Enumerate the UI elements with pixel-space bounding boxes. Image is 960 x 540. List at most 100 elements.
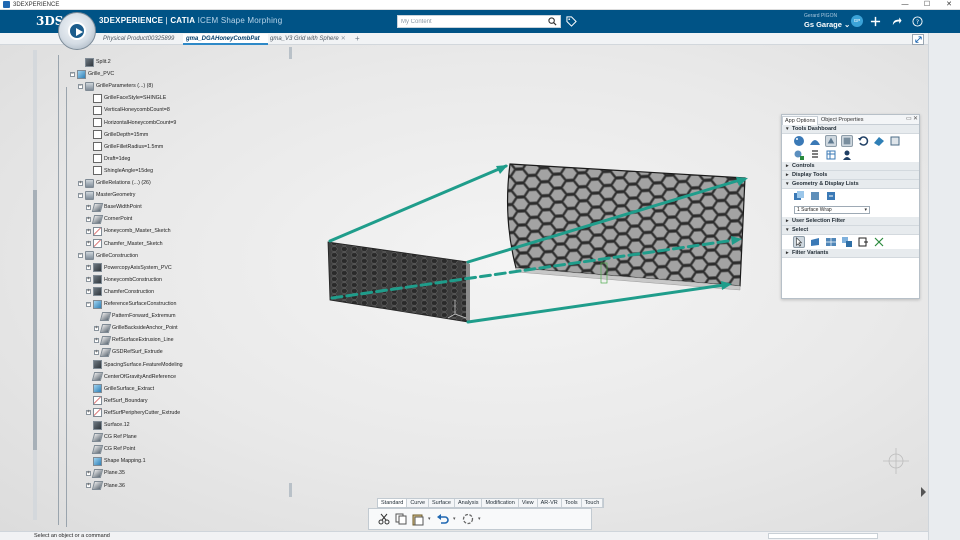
expand-icon[interactable]: + xyxy=(86,241,91,246)
tab-analysis[interactable]: Analysis xyxy=(455,499,483,507)
collapse-icon[interactable]: − xyxy=(70,71,75,77)
target-grille[interactable] xyxy=(506,163,746,291)
tab-grid-with-sphere[interactable]: gma_V3 Grid with Sphere ✕ xyxy=(267,34,349,45)
tree-node[interactable]: + BaseWidthPoint xyxy=(86,202,142,212)
tree-node[interactable]: + GrilleRelations (...) (26) xyxy=(78,178,151,188)
list-icon[interactable] xyxy=(809,149,821,161)
panel-pin-icon[interactable]: ▭ xyxy=(906,115,912,124)
expand-icon[interactable]: + xyxy=(86,410,91,416)
palette-icon[interactable] xyxy=(793,135,805,147)
section-geometry-lists[interactable]: ▾ Geometry & Display Lists xyxy=(782,180,919,189)
map-icon[interactable] xyxy=(841,135,853,147)
tab-standard[interactable]: Standard xyxy=(378,499,408,507)
expand-icon[interactable]: + xyxy=(86,204,91,210)
panel-close-icon[interactable]: ✕ xyxy=(913,115,918,124)
add-geometry-icon[interactable] xyxy=(809,190,821,202)
tree-node[interactable]: + RefSurfPeripheryCutter_Extrude xyxy=(86,408,180,418)
share-icon[interactable] xyxy=(891,16,902,27)
tree-node[interactable]: + PowercopyAxisSystem_PVC xyxy=(86,263,172,273)
collapse-icon[interactable]: − xyxy=(86,301,91,307)
tree-node[interactable]: + Plane.36 xyxy=(86,481,125,491)
tree-node[interactable]: + RefSurfaceExtrusion_Line xyxy=(94,335,174,345)
select-face-icon[interactable] xyxy=(809,236,821,248)
geometry-list-icon[interactable] xyxy=(793,190,805,202)
tree-node[interactable]: GrilleFaceStyle=SHINGLE xyxy=(86,93,166,103)
tab-modification[interactable]: Modification xyxy=(482,499,519,507)
expand-icon[interactable]: + xyxy=(86,470,91,476)
tab-touch[interactable]: Touch xyxy=(582,499,604,507)
select-scatter-icon[interactable] xyxy=(873,236,885,248)
update-chevron-icon[interactable]: ▾ xyxy=(478,516,483,522)
tree-node[interactable]: ShingleAngle=15deg xyxy=(86,166,153,176)
display-list-icon[interactable] xyxy=(825,190,837,202)
tree-node[interactable]: PatternForward_Extremum xyxy=(94,311,176,321)
cut-icon[interactable] xyxy=(377,512,391,526)
maximize-button[interactable]: ☐ xyxy=(916,0,938,10)
tree-node[interactable]: VerticalHoneycombCount=8 xyxy=(86,105,170,115)
tree-node[interactable]: GrilleFilletRadius=1.5mm xyxy=(86,142,163,152)
compass-icon[interactable] xyxy=(58,12,96,50)
update-icon[interactable] xyxy=(461,512,475,526)
expand-icon[interactable]: + xyxy=(94,325,99,331)
paste-chevron-icon[interactable]: ▾ xyxy=(428,516,433,522)
add-icon[interactable] xyxy=(870,16,881,27)
book-icon[interactable] xyxy=(889,135,901,147)
copy-icon[interactable] xyxy=(394,512,408,526)
display-list-dropdown[interactable]: 1 Surface Wrap ▾ xyxy=(794,206,870,214)
tree-node[interactable]: + HoneycombConstruction xyxy=(86,275,162,285)
tab-honeycomb-pat[interactable]: gma_DGAHoneyCombPat xyxy=(183,34,268,45)
tab-curve[interactable]: Curve xyxy=(407,499,429,507)
help-icon[interactable]: ? xyxy=(912,16,923,27)
expand-icon[interactable]: + xyxy=(86,289,91,295)
source-grille[interactable] xyxy=(327,241,470,323)
tree-node[interactable]: + ChamferConstruction xyxy=(86,287,154,297)
expand-icon[interactable]: + xyxy=(86,483,91,488)
tree-node[interactable]: Shape Mapping.1 xyxy=(86,456,146,466)
undo-chevron-icon[interactable]: ▾ xyxy=(453,516,458,522)
tree-node[interactable]: + CornerPoint xyxy=(86,214,132,224)
select-trap-icon[interactable] xyxy=(857,236,869,248)
user-block[interactable]: Gerard PIGON Gs Garage ⌄ xyxy=(804,13,850,29)
close-tab-icon[interactable]: ✕ xyxy=(341,36,346,42)
tree-scrollbar-thumb[interactable] xyxy=(33,190,37,450)
search-input[interactable] xyxy=(398,18,538,25)
tree-node[interactable]: SpacingSurface.FeatureModeling xyxy=(86,360,183,370)
tree-node[interactable]: − ReferenceSurfaceConstruction xyxy=(86,299,176,309)
expand-toolbar-icon[interactable] xyxy=(921,487,926,497)
avatar[interactable]: GP xyxy=(851,15,863,27)
close-button[interactable]: ✕ xyxy=(938,0,960,10)
deform-icon[interactable] xyxy=(825,135,837,147)
add-tab-icon[interactable]: + xyxy=(355,34,360,44)
tab-tools[interactable]: Tools xyxy=(562,499,582,507)
light-icon[interactable] xyxy=(793,149,805,161)
tree-node[interactable]: GrilleSurface_Extract xyxy=(86,384,154,394)
view-triad-icon[interactable] xyxy=(883,448,909,474)
tab-physical-product[interactable]: Physical Product00325899 xyxy=(100,34,177,45)
tree-node[interactable]: HorizontalHoneycombCount=9 xyxy=(86,118,176,128)
surface-icon[interactable] xyxy=(873,135,885,147)
expand-icon[interactable]: + xyxy=(86,228,91,234)
section-tools-dashboard[interactable]: ▾ Tools Dashboard xyxy=(782,125,919,134)
select-arrow-icon[interactable] xyxy=(793,236,805,248)
expand-icon[interactable]: + xyxy=(86,265,91,271)
expand-icon[interactable]: + xyxy=(86,216,91,222)
collapse-icon[interactable]: − xyxy=(78,253,83,259)
tree-node[interactable]: − Grille_PVC xyxy=(70,69,114,79)
tab-ar-vr[interactable]: AR-VR xyxy=(538,499,562,507)
select-multi-icon[interactable] xyxy=(841,236,853,248)
compass-play-icon[interactable] xyxy=(68,22,86,40)
tab-object-properties[interactable]: Object Properties xyxy=(819,116,866,125)
tree-node[interactable]: CenterOfGravityAndReference xyxy=(86,372,176,382)
tree-node[interactable]: CG Ref Point xyxy=(86,444,135,454)
tree-node[interactable]: − MasterGeometry xyxy=(78,190,135,200)
section-select[interactable]: ▾ Select xyxy=(782,226,919,235)
collapse-icon[interactable]: − xyxy=(78,192,83,198)
undo-icon[interactable] xyxy=(436,512,450,526)
expand-icon[interactable]: + xyxy=(78,180,83,186)
tree-node[interactable]: CG Ref Plane xyxy=(86,432,137,442)
table-icon[interactable] xyxy=(825,149,837,161)
section-user-selection-filter[interactable]: ▸ User Selection Filter xyxy=(782,217,919,226)
tree-node[interactable]: Draft=1deg xyxy=(86,154,130,164)
tree-node[interactable]: − GrilleParameters (...) (8) xyxy=(78,81,153,91)
fit-all-icon[interactable] xyxy=(912,34,924,45)
